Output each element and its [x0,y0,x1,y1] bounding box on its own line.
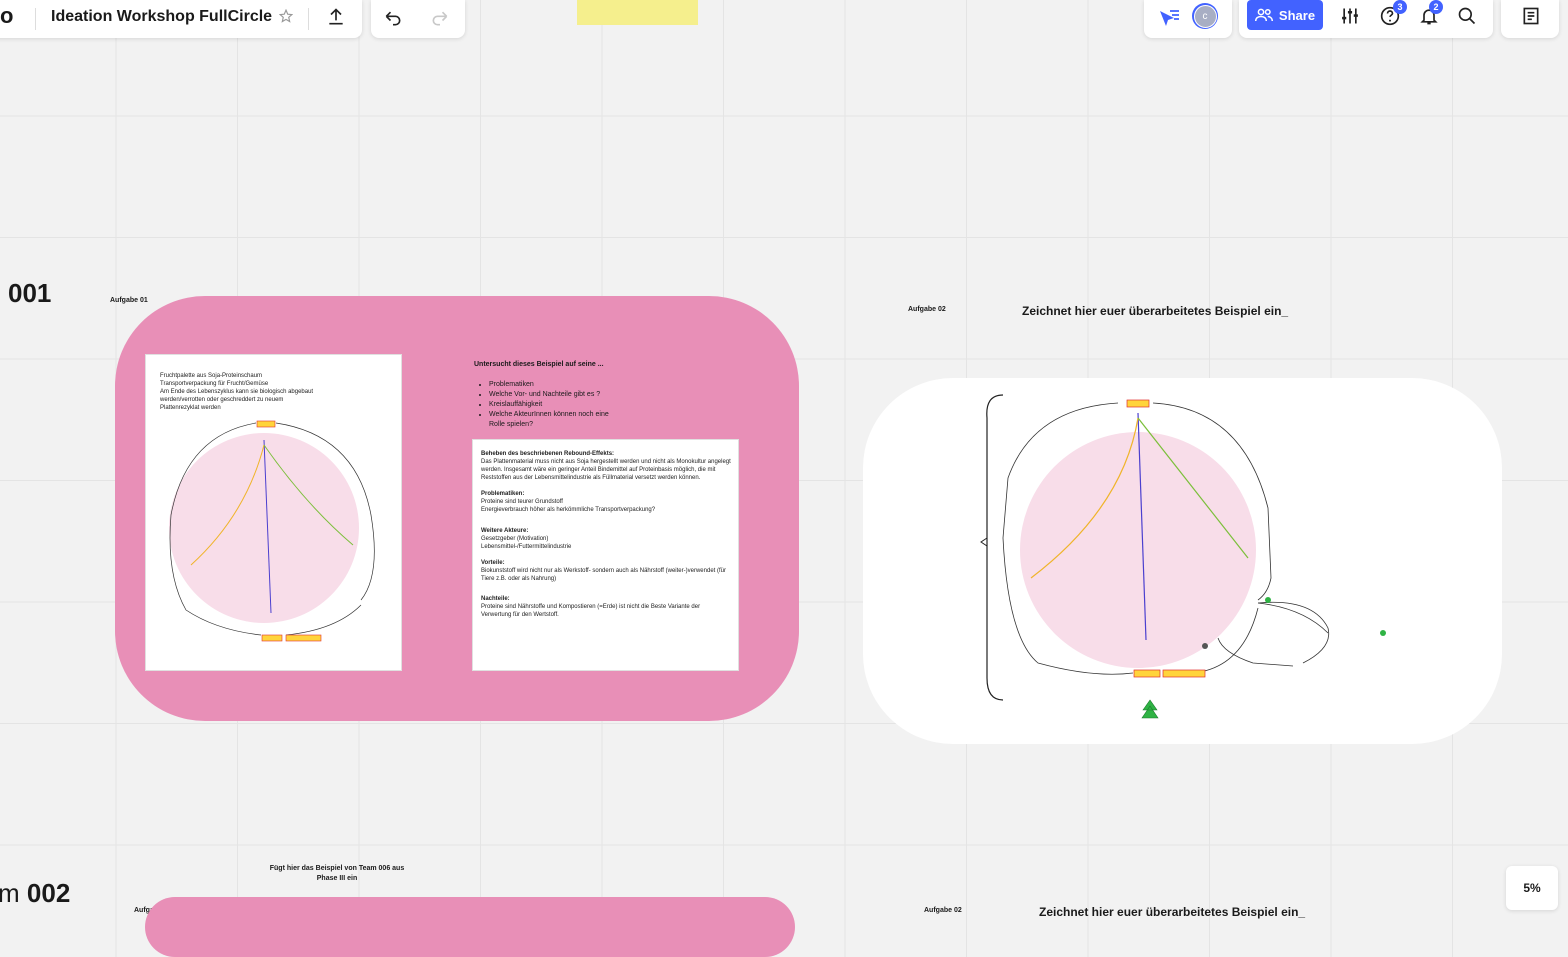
note-text: Das Plattenmaterial muss nicht aus Soja … [481,459,731,481]
notes-sheet[interactable]: Beheben des beschriebenen Rebound-Effekt… [473,440,738,670]
task1-frame[interactable] [145,897,795,957]
doc-line: Transportverpackung für Frucht/Gemüse [160,381,269,387]
users-icon [1254,8,1273,22]
board-title-panel: o Ideation Workshop FullCircle [0,0,362,38]
insert-note: Fügt hier das Beispiel von Team 006 aus … [269,865,405,882]
collab-panel: c [1144,0,1232,38]
notes-content: Beheben des beschriebenen Rebound-Effekt… [481,450,731,619]
note-block: Weitere Akteure: Gesetzgeber (Motivation… [481,527,731,551]
lifecycle-diagram [169,420,375,642]
cursor-filter-icon[interactable] [1156,6,1182,30]
note-text: Gesetzgeber (Motivation) Lebensmittel-/F… [481,536,572,550]
task2-heading: Zeichnet hier euer überarbeitetes Beispi… [1022,304,1289,318]
section-title: 001 [8,278,52,308]
notes-panel [1501,0,1559,38]
star-icon[interactable] [277,7,295,25]
revised-diagram [980,394,1386,719]
doc-intro: Fruchtpalette aus Soja-Proteinschaum Tra… [160,372,390,412]
note-text: Proteine sind teurer Grundstoff Energiev… [481,499,656,513]
list-item: Problematiken [489,380,664,390]
search-icon[interactable] [1455,4,1479,28]
divider [308,8,309,30]
task2-heading: Zeichnet hier euer überarbeitetes Beispi… [1039,905,1306,919]
note-block: Nachteile: Proteine sind Nährstoffe und … [481,595,731,619]
board-title[interactable]: Ideation Workshop FullCircle [51,8,272,26]
section-title-row: m 002 [0,878,70,909]
examine-text: Untersucht dieses Beispiel auf seine ...… [474,360,664,430]
upload-icon[interactable] [324,5,348,29]
example-document[interactable]: Fruchtpalette aus Soja-Proteinschaum Tra… [146,355,401,670]
avatar[interactable]: c [1192,3,1218,29]
doc-line: werden/verrotten oder geschreddert zu ne… [160,397,284,403]
section-title: 002 [26,878,71,908]
doc-line: Fruchtpalette aus Soja-Proteinschaum [160,373,263,379]
note-heading: Weitere Akteure: [481,528,529,534]
avatar-initial: c [1193,4,1217,28]
task1-frame[interactable]: Fruchtpalette aus Soja-Proteinschaum Tra… [115,296,799,721]
notes-icon[interactable] [1519,4,1543,28]
task-label: Aufgabe 01 [110,297,148,304]
note-block: Beheben des beschriebenen Rebound-Effekt… [481,450,731,482]
note-text: Proteine sind Nährstoffe und Kompostiere… [481,604,701,618]
note-block: Problematiken: Proteine sind teurer Grun… [481,490,731,514]
note-block: Vorteile: Biokunststoff wird nicht nur a… [481,559,731,583]
history-panel [371,0,465,38]
note-text: Biokunststoff wird nicht nur als Werksto… [481,568,726,582]
zoom-level: 5% [1523,881,1541,895]
list-item: Kreislauffähigkeit [489,400,664,410]
section-title-prefix: m [0,878,20,908]
share-label: Share [1278,7,1316,23]
list-item: Welche AkteurInnen können noch eine Roll… [489,410,624,430]
sticky-note[interactable] [577,0,698,25]
task-label: Aufgabe 02 [924,907,962,914]
app-logo[interactable]: o [0,3,13,29]
doc-line: Am Ende des Lebenszyklus kann sie biolog… [160,389,314,395]
task2-frame[interactable] [863,378,1502,744]
notification-badge: 2 [1429,0,1443,14]
task-label: Aufgabe 02 [908,306,946,313]
divider [35,8,36,30]
zoom-indicator[interactable]: 5% [1506,866,1558,910]
examine-list: Problematiken Welche Vor- und Nachteile … [474,380,664,430]
examine-heading: Untersucht dieses Beispiel auf seine ... [474,361,604,368]
share-button[interactable]: Share [1247,0,1323,30]
note-heading: Problematiken: [481,491,525,497]
settings-sliders-icon[interactable] [1338,4,1362,28]
note-heading: Vorteile: [481,560,505,566]
help-badge: 3 [1393,0,1407,14]
list-item: Welche Vor- und Nachteile gibt es ? [489,390,664,400]
doc-line: Plattenrezyklat werden [160,405,221,411]
actions-panel: Share 3 2 [1239,0,1493,38]
note-heading: Nachteile: [481,596,510,602]
note-heading: Beheben des beschriebenen Rebound-Effekt… [481,451,615,457]
redo-icon[interactable] [428,6,452,30]
undo-icon[interactable] [381,6,405,30]
